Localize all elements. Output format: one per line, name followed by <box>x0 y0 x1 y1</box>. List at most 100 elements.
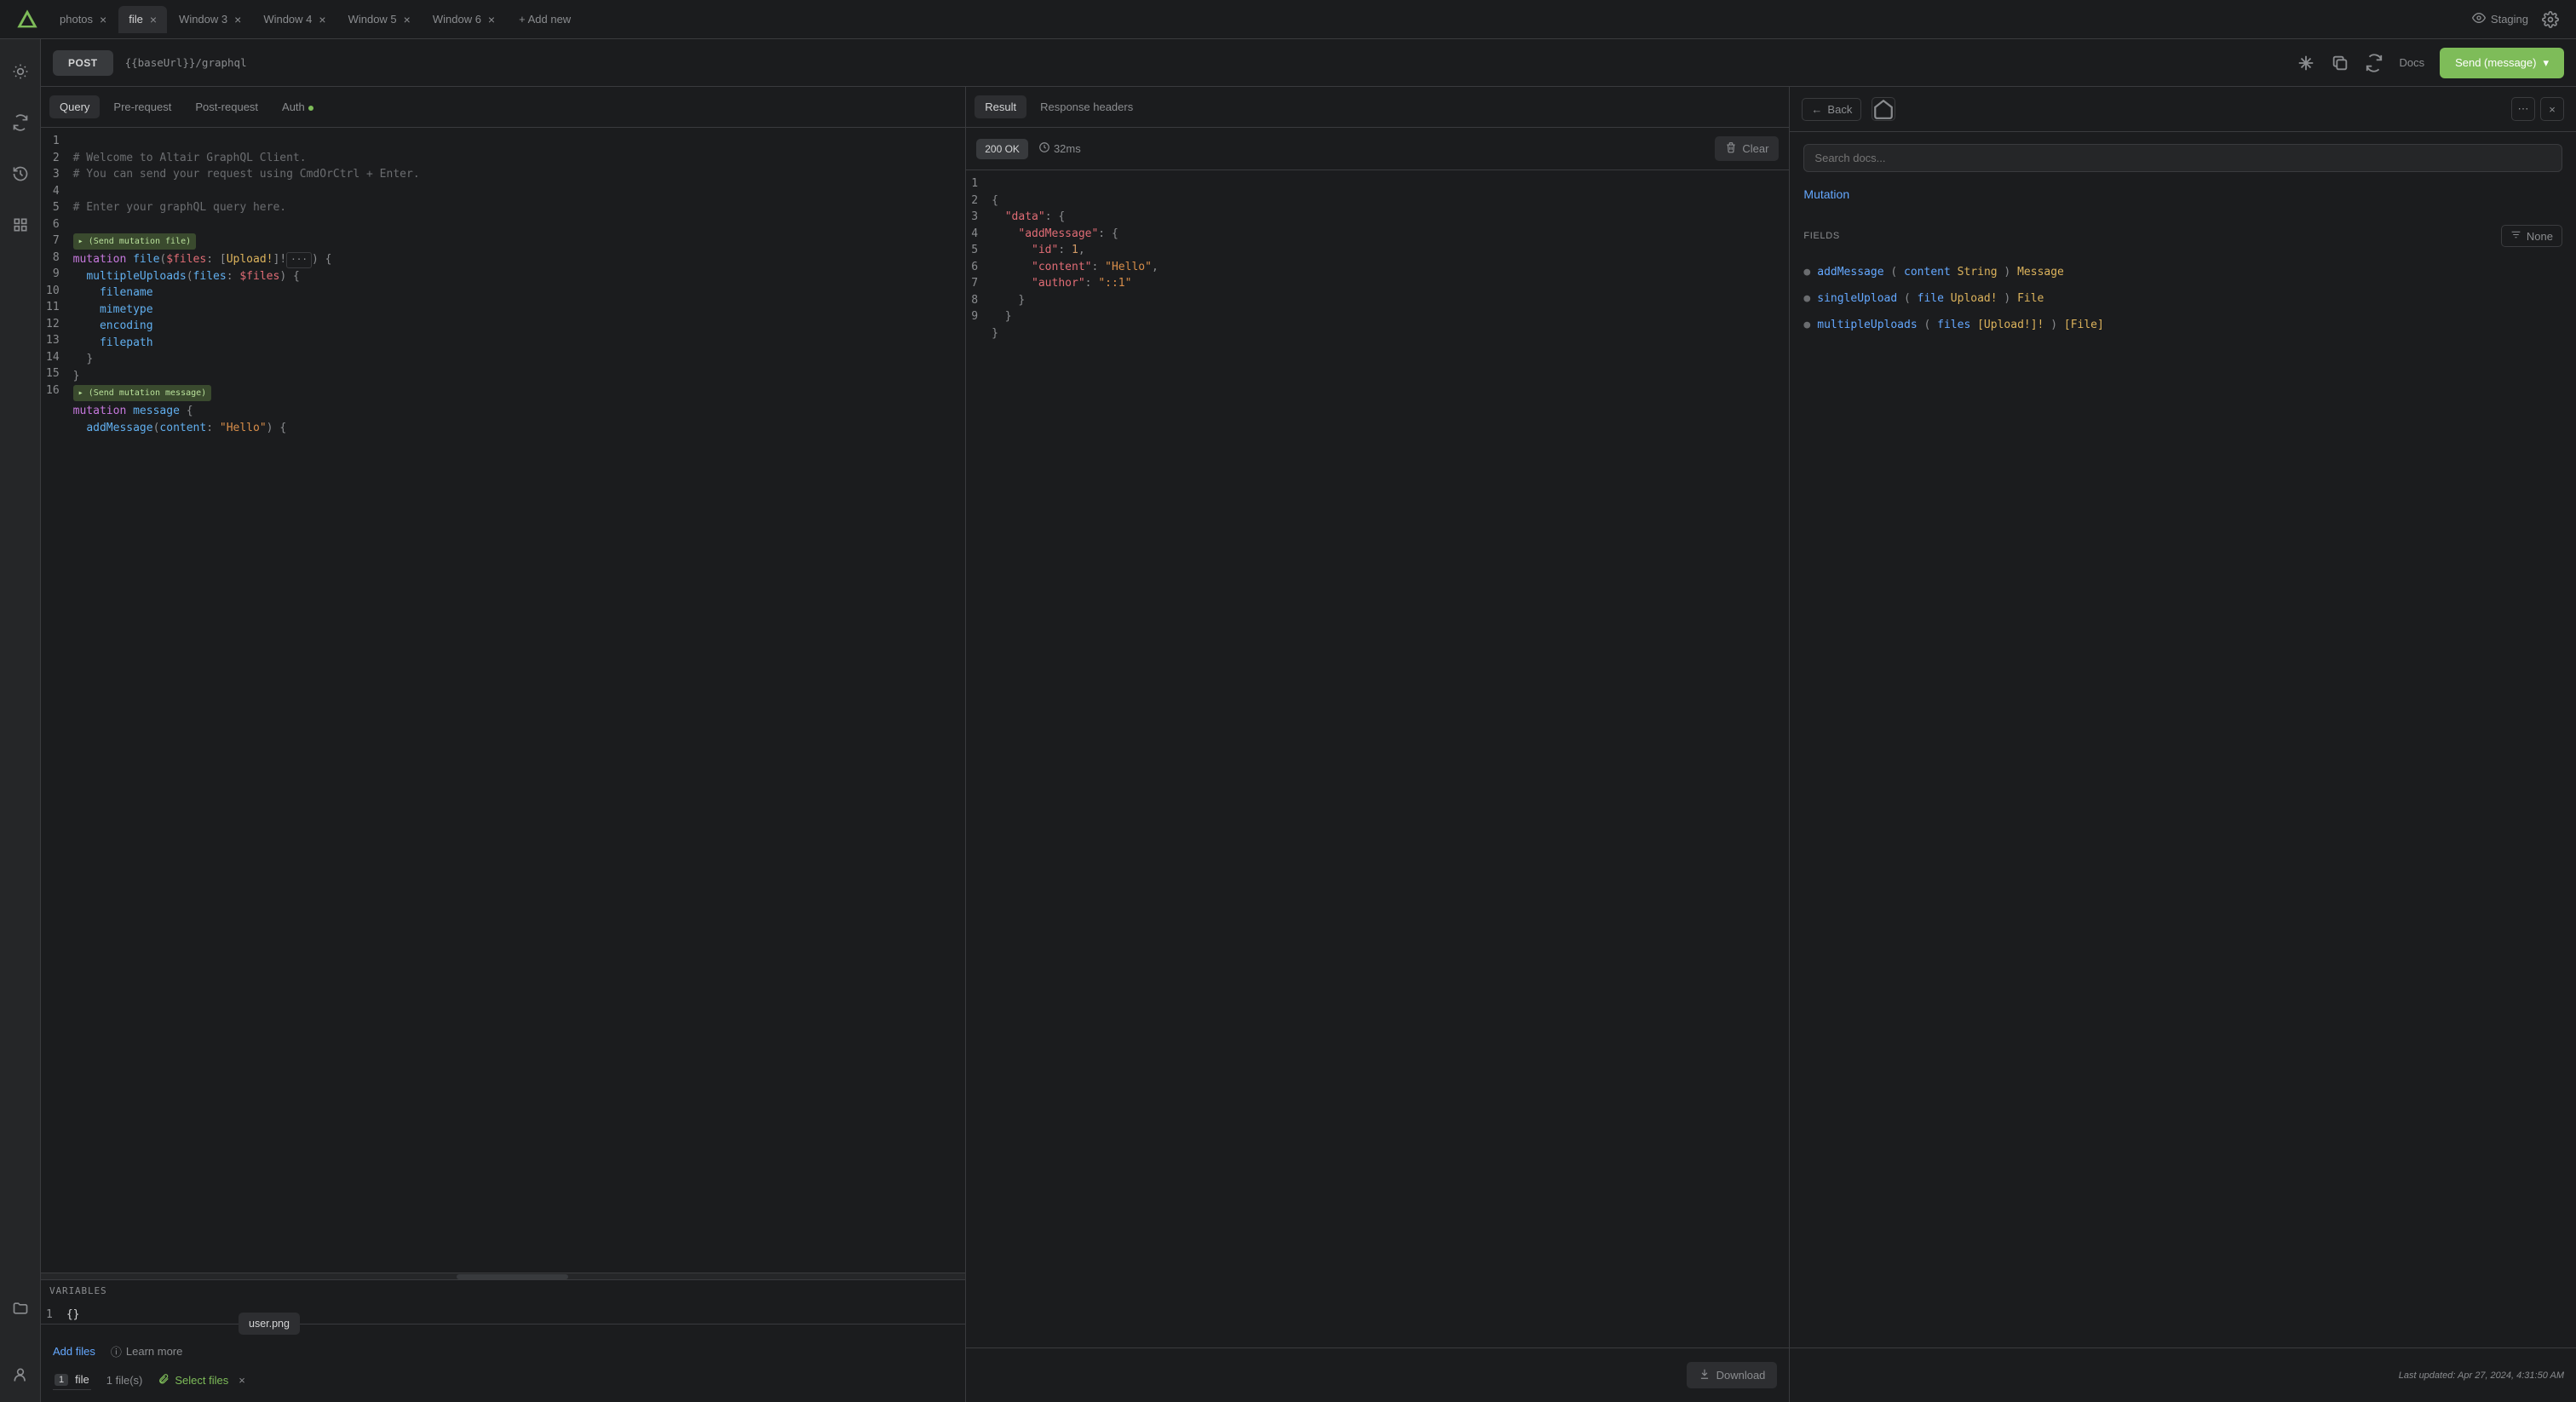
last-updated-label: Last updated: Apr 27, 2024, 4:31:50 AM <box>2399 1370 2564 1381</box>
docs-toggle[interactable]: Docs <box>2399 56 2424 69</box>
window-tabbar: photos × file × Window 3 × Window 4× Window… <box>0 0 2576 39</box>
tab-label: file <box>129 13 143 26</box>
add-new-tab[interactable]: + Add new <box>507 6 583 32</box>
query-pane: Query Pre-request Post-request Auth 1234… <box>41 87 966 1402</box>
bullet-icon: ● <box>1803 319 1810 331</box>
sort-icon <box>2510 229 2521 243</box>
send-lens-file[interactable]: (Send mutation file) <box>73 233 196 250</box>
variables-editor[interactable]: 1 {} <box>41 1301 965 1324</box>
close-icon[interactable]: × <box>100 13 106 26</box>
tab-label: Window 5 <box>348 13 397 26</box>
tab-window-3[interactable]: Window 3 × <box>169 6 251 33</box>
http-method-button[interactable]: POST <box>53 50 113 76</box>
code-body[interactable]: # Welcome to Altair GraphQL Client. # Yo… <box>66 128 966 1273</box>
panes: Query Pre-request Post-request Auth 1234… <box>41 87 2576 1402</box>
result-pane: Result Response headers 200 OK 32ms Clea… <box>966 87 1790 1402</box>
sync-icon[interactable] <box>12 114 29 131</box>
tab-label: photos <box>60 13 93 26</box>
history-icon[interactable] <box>12 165 29 182</box>
close-icon[interactable]: × <box>319 13 325 26</box>
tab-window-5[interactable]: Window 5 × <box>338 6 421 33</box>
info-icon: ⓘ <box>111 1343 122 1359</box>
active-indicator-icon <box>308 106 313 111</box>
tab-auth-label: Auth <box>282 101 305 113</box>
code-line: addMessage(content: "Hello") { <box>73 422 287 434</box>
bullet-icon: ● <box>1803 266 1810 279</box>
tab-query[interactable]: Query <box>49 95 100 118</box>
eye-icon <box>2472 11 2486 27</box>
app-logo <box>15 8 39 32</box>
clock-icon <box>1038 141 1050 156</box>
trash-icon <box>1725 141 1737 156</box>
files-bar: user.png Add files ⓘLearn more <box>41 1324 965 1378</box>
code-line: } <box>73 353 93 365</box>
folder-icon[interactable] <box>12 1300 29 1317</box>
tab-window-6[interactable]: Window 6 × <box>423 6 505 33</box>
docs-header-actions: ⋯ × <box>2511 97 2564 121</box>
reload-icon[interactable] <box>2365 54 2383 72</box>
tab-result[interactable]: Result <box>975 95 1026 118</box>
horizontal-scrollbar[interactable] <box>41 1273 965 1279</box>
result-viewer[interactable]: 123456789 { "data": { "addMessage": { "i… <box>966 170 1789 1347</box>
tab-label: Window 3 <box>179 13 227 26</box>
close-docs-icon[interactable]: × <box>2540 97 2564 121</box>
docs-footer: Last updated: Apr 27, 2024, 4:31:50 AM <box>1790 1347 2576 1402</box>
star-icon[interactable] <box>12 63 29 80</box>
close-icon[interactable]: × <box>234 13 241 26</box>
tab-window-4[interactable]: Window 4× <box>253 6 336 33</box>
code-line: mutation message { <box>73 405 193 417</box>
add-files-link[interactable]: Add files <box>53 1345 95 1358</box>
chevron-down-icon: ▾ <box>2543 56 2549 70</box>
tab-file[interactable]: file × <box>118 6 167 33</box>
url-input[interactable]: {{baseUrl}}/graphql <box>125 56 247 69</box>
uploaded-file-pill[interactable]: user.png <box>239 1313 300 1335</box>
docs-search-input[interactable] <box>1803 144 2562 172</box>
code-line: } <box>73 370 80 382</box>
close-icon[interactable]: × <box>404 13 411 26</box>
download-button[interactable]: Download <box>1687 1362 1778 1388</box>
tab-label: Window 6 <box>433 13 481 26</box>
docs-type-title[interactable]: Mutation <box>1803 187 2562 201</box>
code-line: # You can send your request using CmdOrC… <box>73 168 420 181</box>
code-line: filename <box>73 286 153 299</box>
fold-ellipsis-icon[interactable]: ··· <box>286 252 312 268</box>
send-lens-message[interactable]: (Send mutation message) <box>73 385 212 401</box>
code-line: multipleUploads(files: $files) { <box>73 270 300 283</box>
urlbar: POST {{baseUrl}}/graphql Docs Send (mess… <box>41 39 2576 87</box>
close-icon[interactable]: × <box>150 13 157 26</box>
environment-label: Staging <box>2491 13 2528 26</box>
send-button[interactable]: Send (message) ▾ <box>2440 48 2564 78</box>
field-addmessage[interactable]: ●addMessage ( content String ) Message <box>1803 259 2562 285</box>
docs-body: Mutation FIELDS None ●addMessage ( conte… <box>1790 132 2576 1347</box>
tab-response-headers[interactable]: Response headers <box>1030 95 1143 118</box>
code-line: encoding <box>73 319 153 332</box>
code-line: mutation file($files: [Upload!]!···) { <box>73 253 332 266</box>
more-icon[interactable]: ⋯ <box>2511 97 2535 121</box>
variables-header[interactable]: VARIABLES <box>41 1280 965 1301</box>
settings-icon[interactable] <box>2542 11 2559 28</box>
variables-body[interactable]: {} <box>60 1301 965 1324</box>
send-label: Send (message) <box>2455 56 2536 69</box>
query-editor[interactable]: 12345678910111213141516 # Welcome to Alt… <box>41 128 965 1273</box>
tab-photos[interactable]: photos × <box>49 6 117 33</box>
learn-more-link[interactable]: ⓘLearn more <box>111 1343 183 1359</box>
status-row: 200 OK 32ms Clear <box>966 128 1789 170</box>
field-singleupload[interactable]: ●singleUpload ( file Upload! ) File <box>1803 285 2562 312</box>
sparkle-icon[interactable] <box>2297 54 2315 72</box>
arrow-left-icon: ← <box>1811 103 1822 116</box>
sort-none-button[interactable]: None <box>2501 225 2562 247</box>
tab-pre-request[interactable]: Pre-request <box>103 95 181 118</box>
tab-auth[interactable]: Auth <box>272 95 324 118</box>
back-button[interactable]: ←Back <box>1802 98 1861 121</box>
user-icon[interactable] <box>12 1366 29 1383</box>
tab-post-request[interactable]: Post-request <box>185 95 268 118</box>
sidebar-left <box>0 39 41 1402</box>
close-icon[interactable]: × <box>488 13 495 26</box>
environment-selector[interactable]: Staging <box>2472 11 2528 27</box>
clear-button[interactable]: Clear <box>1715 136 1779 161</box>
extensions-icon[interactable] <box>12 216 29 233</box>
result-footer: Download <box>966 1347 1789 1402</box>
field-multipleuploads[interactable]: ●multipleUploads ( files [Upload!]! ) [F… <box>1803 312 2562 338</box>
home-icon[interactable] <box>1872 97 1895 121</box>
copy-icon[interactable] <box>2331 54 2349 72</box>
